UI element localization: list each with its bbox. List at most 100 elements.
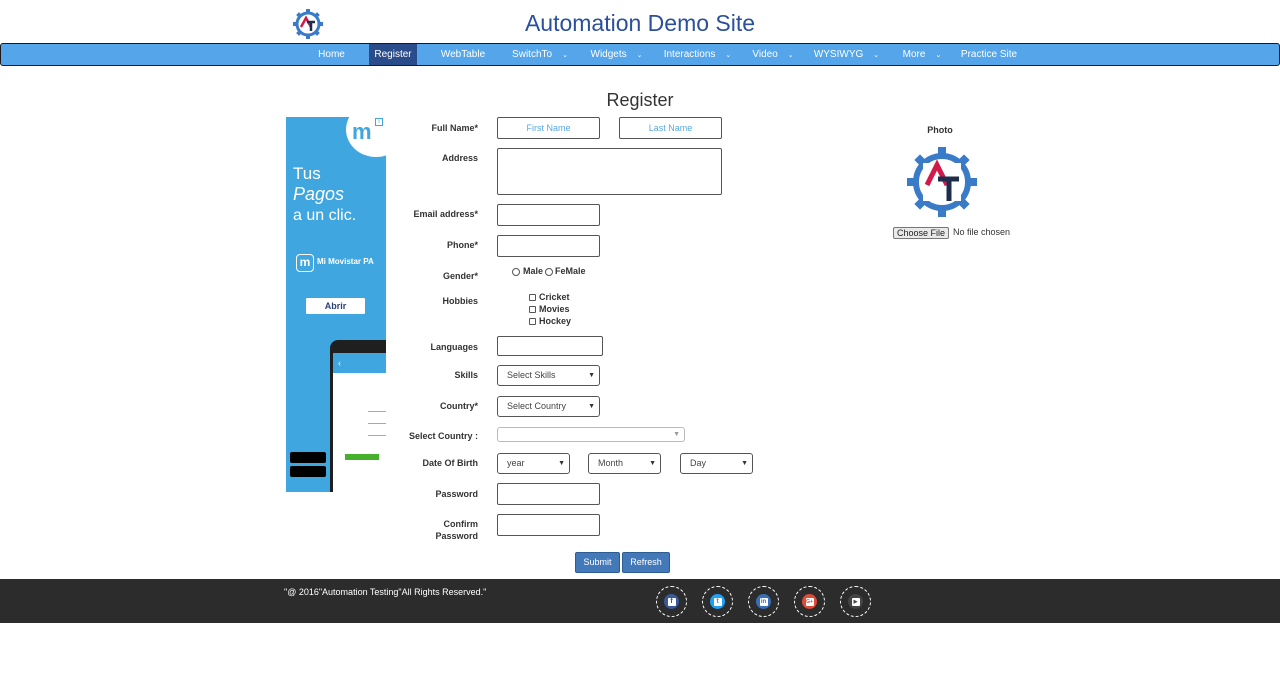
select-country-combobox[interactable]: ▼ [497,427,685,442]
gender-male-radio[interactable] [512,268,520,276]
main-navbar: Home Register WebTable SwitchTo ⌄ Widgets… [0,43,1280,66]
gender-male-label: Male [523,266,544,276]
nav-label: WYSIWYG [813,49,864,60]
dob-day-select[interactable]: Day ▼ [680,453,753,474]
footer [0,579,1280,623]
nav-label: Widgets [590,49,627,60]
nav-label: SwitchTo [512,49,553,60]
gender-female-radio[interactable] [545,268,553,276]
skills-select[interactable]: Select Skills ▼ [497,365,600,386]
nav-video[interactable]: Video ⌄ [749,44,797,65]
ad-open-button[interactable]: Abrir [306,298,365,314]
facebook-link[interactable]: f [656,586,687,617]
address-textarea[interactable] [497,148,722,195]
profile-photo-image [907,147,977,217]
advertisement[interactable]: m i Tus Pagos a un clic. m Mi Movistar P… [286,117,386,492]
refresh-button[interactable]: Refresh [622,552,670,573]
dob-year-value: year [507,458,525,468]
youtube-glyph: ▶ [851,597,860,606]
password-label: Password [435,489,478,499]
movistar-logo-icon: m [352,119,372,144]
phone-green-bar [345,454,379,460]
chevron-down-icon: ⌄ [873,52,880,59]
hobbies-label: Hobbies [442,296,478,306]
phone-input[interactable] [497,235,600,257]
site-title: Automation Demo Site [524,10,756,36]
chevron-down-icon: ⌄ [636,52,643,59]
nav-practice-site[interactable]: Practice Site [959,44,1019,65]
phone-mockup: ‹ [330,340,386,492]
dob-label: Date Of Birth [422,458,478,468]
chevron-down-icon: ⌄ [935,52,942,59]
chevron-down-icon: ▼ [649,460,656,467]
full-name-label: Full Name* [431,123,478,133]
password-input[interactable] [497,483,600,505]
select-country-label: Select Country : [408,431,478,441]
nav-label: Practice Site [960,49,1018,60]
ad-headline-3: a un clic. [293,207,357,224]
skills-label: Skills [454,370,478,380]
linkedin-icon: in [756,594,771,609]
country-label: Country* [440,401,478,411]
ad-headline-2: Pagos [293,184,345,204]
nav-wysiwyg[interactable]: WYSIWYG ⌄ [813,44,880,65]
facebook-glyph: f [667,597,676,606]
skills-select-value: Select Skills [507,370,556,380]
confirm-password-label: Confirm [443,519,479,529]
hobby-hockey-label: Hockey [539,316,572,326]
chevron-down-icon: ▼ [558,460,565,467]
submit-button[interactable]: Submit [575,552,620,573]
first-name-input[interactable] [497,117,600,139]
chevron-down-icon: ⌄ [725,52,732,59]
chevron-down-icon: ▼ [741,460,748,467]
nav-label: More [902,49,926,60]
page-title: Register [606,90,674,110]
ad-headline-1: Tus [293,164,321,183]
photo-label: Photo [927,125,953,135]
phone-line [368,411,386,412]
phone-label: Phone* [446,240,478,250]
languages-multiselect[interactable] [497,336,603,356]
youtube-link[interactable]: ▶ [840,586,871,617]
chevron-down-icon: ▼ [588,372,595,379]
nav-register[interactable]: Register [369,44,417,65]
mi-movistar-app-icon: m [296,254,314,272]
linkedin-link[interactable]: in [748,586,779,617]
hobby-movies-checkbox[interactable] [529,306,536,313]
twitter-icon: t [710,594,725,609]
nav-more[interactable]: More ⌄ [899,44,945,65]
twitter-link[interactable]: t [702,586,733,617]
nav-label: Video [752,49,778,60]
gender-female-label: FeMale [555,266,586,276]
hobby-cricket-checkbox[interactable] [529,294,536,301]
app-store-badge[interactable] [290,452,326,463]
nav-interactions[interactable]: Interactions ⌄ [662,44,733,65]
nav-webtable[interactable]: WebTable [438,44,488,65]
confirm-password-label: Password [435,531,478,541]
chevron-down-icon: ⌄ [787,52,794,59]
hobby-cricket-label: Cricket [539,292,570,302]
hobby-hockey-checkbox[interactable] [529,318,536,325]
nav-switchto[interactable]: SwitchTo ⌄ [510,44,570,65]
country-select[interactable]: Select Country ▼ [497,396,600,417]
chevron-down-icon: ⌄ [562,52,568,59]
google-play-badge[interactable] [290,466,326,477]
nav-label: Interactions [663,49,716,60]
nav-home[interactable]: Home [313,44,350,65]
last-name-input[interactable] [619,117,722,139]
youtube-icon: ▶ [848,594,863,609]
dob-year-select[interactable]: year ▼ [497,453,570,474]
twitter-glyph: t [713,597,722,606]
choose-file-button[interactable]: Choose File [893,227,949,239]
confirm-password-input[interactable] [497,514,600,536]
email-input[interactable] [497,204,600,226]
nav-label: Home [318,49,345,60]
nav-widgets[interactable]: Widgets ⌄ [589,44,644,65]
gender-label: Gender* [442,271,478,281]
chevron-down-icon: ▼ [673,431,680,438]
google-plus-icon: G+ [802,594,817,609]
dob-month-select[interactable]: Month ▼ [588,453,661,474]
facebook-icon: f [664,594,679,609]
google-plus-link[interactable]: G+ [794,586,825,617]
linkedin-glyph: in [759,597,768,606]
